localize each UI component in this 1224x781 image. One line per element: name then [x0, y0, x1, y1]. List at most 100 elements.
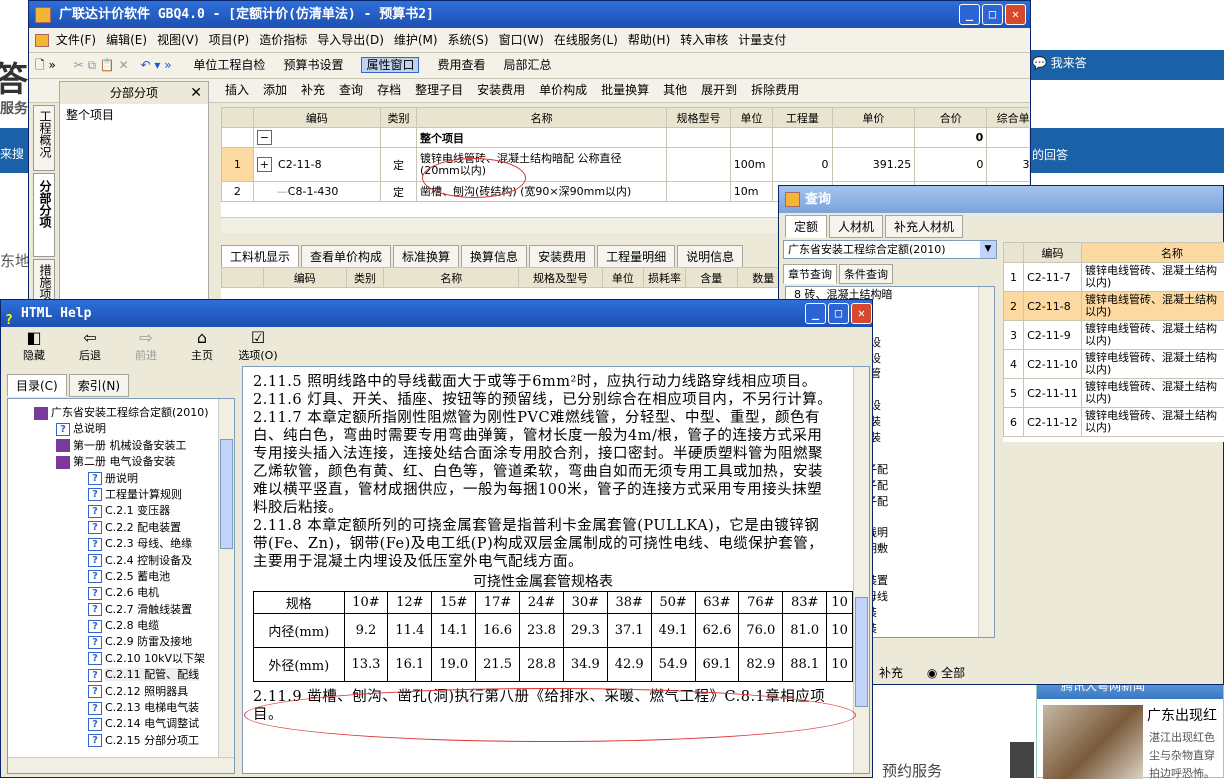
toc-item[interactable]: ?C.2.15 分部分项工	[8, 733, 234, 749]
result-row[interactable]: 3C2-11-9镀锌电线管砖、混凝土结构以内)	[1004, 321, 1224, 350]
toc-item[interactable]: ?C.2.10 10kV以下架	[8, 651, 234, 667]
toolbar2-button[interactable]: 安装费用	[477, 83, 525, 97]
bottom-tab[interactable]: 标准换算	[393, 245, 459, 268]
menu-item[interactable]: 在线服务(L)	[554, 33, 618, 47]
toolbar2-button[interactable]: 存档	[377, 83, 401, 97]
panel-root-item[interactable]: 整个项目	[60, 104, 208, 125]
menu-item[interactable]: 文件(F)	[56, 33, 96, 47]
result-code[interactable]: C2-11-11	[1024, 379, 1082, 408]
toolbar2-button[interactable]: 添加	[263, 83, 287, 97]
help-maximize-button[interactable]: □	[828, 303, 849, 324]
menu-item[interactable]: 造价指标	[259, 33, 307, 47]
vtab-measures[interactable]: 措施项	[33, 259, 55, 301]
grid-header[interactable]: 规格型号	[667, 108, 731, 128]
unit-cell[interactable]: 100m	[730, 148, 772, 182]
toc-item[interactable]: ?工程量计算规则	[8, 487, 234, 503]
panel-close-icon[interactable]: ✕	[190, 82, 202, 104]
menu-item[interactable]: 计量支付	[738, 33, 786, 47]
grid-header[interactable]: 工程量	[773, 108, 832, 128]
news-image[interactable]	[1043, 705, 1143, 779]
result-code[interactable]: C2-11-9	[1024, 321, 1082, 350]
help-toc-tree[interactable]: 广东省安装工程综合定额(2010)?总说明第一册 机械设备安装工第二册 电气设备…	[7, 398, 235, 774]
query-subtab[interactable]: 章节查询	[783, 264, 837, 284]
main-title-bar[interactable]: 广联达计价软件 GBQ4.0 - [定额计价(仿清单法) - 预算书2] _ □…	[29, 1, 1030, 28]
result-header[interactable]: 名称	[1082, 243, 1224, 263]
bg-answer-button[interactable]: 💬 我来答	[1032, 54, 1087, 71]
vtab-sub-items[interactable]: 分部分项	[33, 173, 55, 257]
result-header[interactable]: 编码	[1024, 243, 1082, 263]
result-code[interactable]: C2-11-12	[1024, 408, 1082, 437]
bottom-grid-header[interactable]: 名称	[384, 268, 519, 288]
content-scroll-thumb[interactable]	[855, 597, 868, 707]
toc-item[interactable]: ?C.2.3 母线、绝缘	[8, 536, 234, 552]
help-toolbar-button[interactable]: ☑选项(O)	[233, 329, 283, 363]
toolbar2-button[interactable]: 单价构成	[539, 83, 587, 97]
result-name[interactable]: 镀锌电线管砖、混凝土结构以内)	[1082, 263, 1224, 292]
bottom-grid-header[interactable]: 损耗率	[644, 268, 686, 288]
bottom-tab[interactable]: 工料机显示	[221, 245, 299, 268]
help-tab[interactable]: 目录(C)	[7, 374, 67, 397]
toolbar1-button[interactable]: 费用查看	[437, 58, 485, 72]
help-toolbar-button[interactable]: ◧隐藏	[9, 329, 59, 363]
toc-item[interactable]: ?C.2.11 配管、配线	[8, 667, 234, 683]
toc-hscroll[interactable]	[8, 757, 234, 773]
new-file-icon[interactable]: 🗋 »	[35, 58, 56, 72]
result-name[interactable]: 镀锌电线管砖、混凝土结构以内)	[1082, 379, 1224, 408]
result-name[interactable]: 镀锌电线管砖、混凝土结构以内)	[1082, 350, 1224, 379]
menu-item[interactable]: 系统(S)	[448, 33, 489, 47]
query-title-bar[interactable]: 查询	[779, 186, 1223, 213]
chevron-down-icon[interactable]: ▼	[980, 241, 996, 258]
bottom-grid-header[interactable]: 类别	[346, 268, 383, 288]
query-lib-select[interactable]: 广东省安装工程综合定额(2010)▼	[783, 240, 997, 259]
result-code[interactable]: C2-11-7	[1024, 263, 1082, 292]
result-code[interactable]: C2-11-10	[1024, 350, 1082, 379]
bg-search-text[interactable]: 来搜	[0, 145, 24, 162]
menu-item[interactable]: 帮助(H)	[628, 33, 670, 47]
news-popup[interactable]: 腾讯大粤网新闻 广东出现红 湛江出现红色 尘与杂物直穿 拍边呼恐怖。	[1036, 672, 1224, 778]
help-tab[interactable]: 索引(N)	[69, 374, 129, 397]
table-row[interactable]: 1+C2-11-8定镀锌电线管砖、混凝土结构暗配 公称直径(20mm以内)100…	[222, 148, 1030, 182]
result-name[interactable]: 镀锌电线管砖、混凝土结构以内)	[1082, 321, 1224, 350]
toc-item[interactable]: ?总说明	[8, 421, 234, 437]
toc-item[interactable]: ?C.2.1 变压器	[8, 503, 234, 519]
toc-item[interactable]: ?C.2.2 配电装置	[8, 520, 234, 536]
bottom-grid-header[interactable]: 含量	[685, 268, 737, 288]
toc-vscroll[interactable]	[218, 399, 234, 757]
help-toolbar-button[interactable]: ⇦后退	[65, 329, 115, 363]
toc-item[interactable]: ?C.2.4 控制设备及	[8, 553, 234, 569]
result-row[interactable]: 2C2-11-8镀锌电线管砖、混凝土结构以内)	[1004, 292, 1224, 321]
content-vscroll[interactable]	[853, 367, 869, 773]
menu-item[interactable]: 转入审核	[680, 33, 728, 47]
toolbar2-button[interactable]: 补充	[301, 83, 325, 97]
help-toolbar-button[interactable]: ⌂主页	[177, 329, 227, 363]
query-tab[interactable]: 人材机	[829, 215, 883, 238]
toolbar2-button[interactable]: 批量换算	[601, 83, 649, 97]
chapter-list-vscroll[interactable]	[978, 287, 994, 637]
spec-cell[interactable]	[667, 148, 731, 182]
toolbar2-button[interactable]: 查询	[339, 83, 363, 97]
result-name[interactable]: 镀锌电线管砖、混凝土结构以内)	[1082, 408, 1224, 437]
code-cell[interactable]: —C8-1-430	[253, 182, 380, 202]
toolbar2-button[interactable]: 插入	[225, 83, 249, 97]
code-cell[interactable]: +C2-11-8	[253, 148, 380, 182]
bottom-tab[interactable]: 工程量明细	[597, 245, 675, 268]
result-code[interactable]: C2-11-8	[1024, 292, 1082, 321]
grid-header[interactable]: 综合单价	[987, 108, 1029, 128]
help-close-button[interactable]: ✕	[851, 303, 872, 324]
result-row[interactable]: 1C2-11-7镀锌电线管砖、混凝土结构以内)	[1004, 263, 1224, 292]
toc-item[interactable]: ?C.2.7 滑触线装置	[8, 602, 234, 618]
minimize-button[interactable]: _	[959, 4, 980, 25]
grid-header[interactable]: 合价	[915, 108, 987, 128]
toolbar1-button[interactable]: 属性窗口	[361, 57, 419, 73]
toc-item[interactable]: ?C.2.12 照明器具	[8, 684, 234, 700]
bottom-tab[interactable]: 换算信息	[461, 245, 527, 268]
menu-item[interactable]: 导入导出(D)	[317, 33, 384, 47]
toc-item[interactable]: ?C.2.13 电梯电气装	[8, 700, 234, 716]
toolbar2-button[interactable]: 整理子目	[415, 83, 463, 97]
price-cell[interactable]: 391.25	[832, 148, 915, 182]
group-row[interactable]: −整个项目0	[222, 128, 1030, 148]
unit-cell[interactable]: 10m	[730, 182, 772, 202]
maximize-button[interactable]: □	[982, 4, 1003, 25]
menu-item[interactable]: 视图(V)	[157, 33, 199, 47]
toolbar1-button[interactable]: 预算书设置	[283, 58, 343, 72]
